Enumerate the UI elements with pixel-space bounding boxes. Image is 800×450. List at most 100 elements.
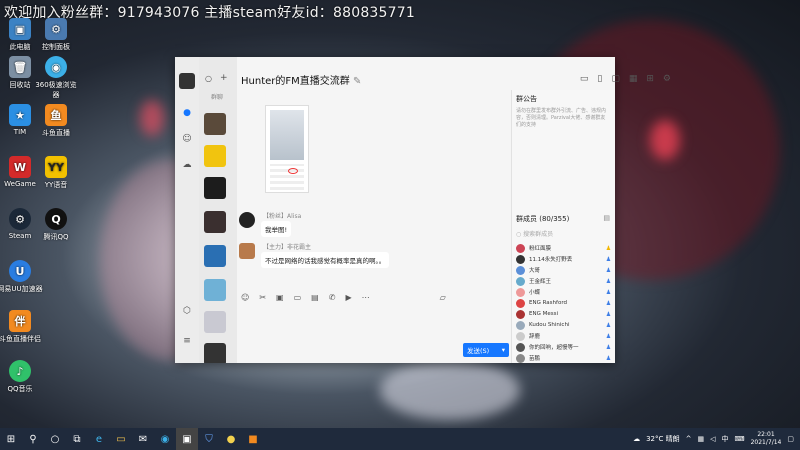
desktop-icon-qqmusic[interactable]: ♪ QQ音乐 — [0, 360, 44, 394]
add-icon[interactable]: + — [220, 73, 228, 83]
weather-icon[interactable]: ☁ — [633, 435, 640, 443]
folder-icon[interactable]: ▭ — [580, 74, 589, 84]
conversation-item[interactable] — [204, 279, 226, 301]
cube-icon[interactable]: ⬡ — [181, 305, 193, 317]
settings-icon[interactable]: ⚙ — [663, 74, 671, 84]
network-icon[interactable]: ▦ — [697, 435, 704, 443]
browser-360-icon[interactable]: ◉ — [154, 428, 176, 450]
file-explorer-icon[interactable]: ▭ — [110, 428, 132, 450]
send-dropdown-icon[interactable]: ▾ — [502, 346, 505, 354]
mail-icon[interactable]: ✉ — [132, 428, 154, 450]
desktop-icon-360-browser[interactable]: ◉ 360极速浏览器 — [32, 56, 80, 100]
keyboard-icon[interactable]: ⌨ — [735, 435, 745, 443]
volume-icon[interactable]: ◁ — [710, 435, 715, 443]
browser-icon: ◉ — [45, 56, 67, 78]
qqmusic-taskbar-icon[interactable]: ● — [220, 428, 242, 450]
member-avatar — [516, 254, 525, 264]
cloud-icon[interactable]: ☁ — [181, 159, 193, 171]
scissors-icon[interactable]: ✂ — [259, 293, 266, 302]
conversation-item[interactable] — [204, 177, 226, 199]
folder-send-icon[interactable]: ▭ — [294, 293, 302, 302]
conversation-search-hint: 群聊 — [211, 94, 224, 101]
computer-icon: ▣ — [9, 18, 31, 40]
desktop: 欢迎加入粉丝群：917943076 主播steam好友id：880835771 … — [0, 0, 800, 428]
edge-icon[interactable]: e — [88, 428, 110, 450]
clock-time: 22:01 — [757, 431, 775, 438]
desktop-icon-control-panel[interactable]: ⚙ 控制面板 — [32, 18, 80, 52]
cortana-icon[interactable]: ○ — [44, 428, 66, 450]
clock[interactable]: 22:01 2021/7/14 — [751, 431, 782, 447]
member-icon: ♟ — [605, 321, 612, 329]
tim-icon: ★ — [9, 104, 31, 126]
desktop-icon-uu[interactable]: U 网易UU加速器 — [0, 260, 44, 294]
sender-avatar[interactable] — [239, 212, 255, 228]
douyu-taskbar-icon[interactable]: ■ — [242, 428, 264, 450]
desktop-icon-douyu[interactable]: 鱼斗鱼直播 — [32, 104, 80, 138]
share-icon[interactable]: ⊞ — [646, 74, 654, 84]
member-list-icon[interactable]: ▤ — [603, 214, 610, 222]
member-avatar — [516, 243, 525, 253]
search-icon[interactable]: ⚲ — [22, 428, 44, 450]
member-name: ENG Rashford — [529, 300, 567, 306]
notification-icon[interactable]: ▢ — [787, 435, 794, 443]
member-name: 你的回响，超慢等一 — [529, 345, 579, 351]
video-icon[interactable]: ▶ — [345, 293, 351, 302]
history-icon[interactable]: ▱ — [440, 293, 446, 302]
conversation-item[interactable] — [204, 211, 226, 233]
chat-main: Hunter的FM直播交流群 ✎ ▭ ▯ ▢ ▦ ⊞ ⚙ 【粉丝】Alisa 我… — [237, 57, 671, 363]
gift-icon[interactable]: ▤ — [311, 293, 319, 302]
chevron-up-icon[interactable]: ^ — [686, 435, 692, 443]
book-icon[interactable]: ▯ — [597, 74, 602, 84]
phone-icon[interactable]: ✆ — [329, 293, 336, 302]
admin-icon: ♟ — [605, 255, 612, 263]
conversation-item[interactable] — [204, 311, 226, 333]
chat-icon[interactable]: ● — [181, 107, 193, 119]
more-icon[interactable]: ⋯ — [362, 293, 370, 302]
send-button[interactable]: 发送(S) ▾ — [463, 343, 509, 357]
menu-icon[interactable]: ≡ — [181, 335, 193, 347]
desktop-icon-qq[interactable]: Q 腾讯QQ — [32, 208, 80, 242]
member-avatar — [516, 342, 525, 352]
weather-text[interactable]: 32°C 晴朗 — [646, 434, 680, 444]
image-table-area — [270, 164, 304, 190]
shared-image-message[interactable] — [265, 105, 309, 193]
left-rail: ● ☺ ☁ ⬡ ≡ — [175, 57, 199, 363]
conversation-item[interactable] — [204, 245, 226, 267]
contacts-icon[interactable]: ☺ — [181, 133, 193, 145]
picture-icon[interactable]: ▣ — [276, 293, 284, 302]
desktop-icon-yy[interactable]: YY YY语音 — [32, 156, 80, 190]
emoji-icon[interactable]: ☺ — [241, 293, 249, 302]
ime-indicator[interactable]: 中 — [722, 434, 729, 444]
message-sender: 【主力】非花霸主 — [263, 244, 312, 251]
member-name: Kudou Shinichi — [529, 322, 570, 328]
fm-app-icon[interactable]: ▣ — [176, 428, 198, 450]
douyu-icon: 鱼 — [45, 104, 67, 126]
conversation-item[interactable] — [204, 113, 226, 135]
image-icon[interactable]: ▢ — [611, 74, 620, 84]
member-avatar — [516, 265, 525, 275]
windows-start-icon[interactable]: ⊞ — [0, 428, 22, 450]
member-name: 大哥 — [529, 268, 541, 274]
member-avatar — [516, 331, 525, 341]
top-toolbar: ▭ ▯ ▢ ▦ ⊞ ⚙ — [580, 74, 671, 84]
sender-avatar[interactable] — [239, 243, 255, 259]
member-avatar — [516, 298, 525, 308]
edit-icon[interactable]: ✎ — [353, 76, 361, 87]
shield-icon[interactable]: ⛉ — [198, 428, 220, 450]
task-view-icon[interactable]: ⧉ — [66, 428, 88, 450]
member-icon: ♟ — [605, 266, 612, 274]
member-name: 辞鹿 — [529, 334, 541, 340]
member-avatar — [516, 309, 525, 319]
conversation-item[interactable] — [204, 343, 226, 363]
user-avatar[interactable] — [179, 73, 195, 89]
desktop-icon-douyu-companion[interactable]: 伴斗鱼直播伴侣 — [0, 310, 44, 344]
member-name: 王金辉王 — [529, 279, 552, 285]
member-search-input[interactable]: ○ 搜索群成员 — [516, 229, 553, 238]
owner-icon: ♟ — [605, 244, 612, 252]
member-row[interactable]: 苗鹏 ♟ — [516, 352, 612, 364]
search-icon: ○ — [516, 231, 522, 238]
apps-icon[interactable]: ▦ — [629, 74, 638, 84]
conversation-item[interactable] — [204, 145, 226, 167]
message-sender: 【粉丝】Alisa — [263, 213, 302, 220]
search-icon[interactable]: ○ — [205, 74, 212, 83]
